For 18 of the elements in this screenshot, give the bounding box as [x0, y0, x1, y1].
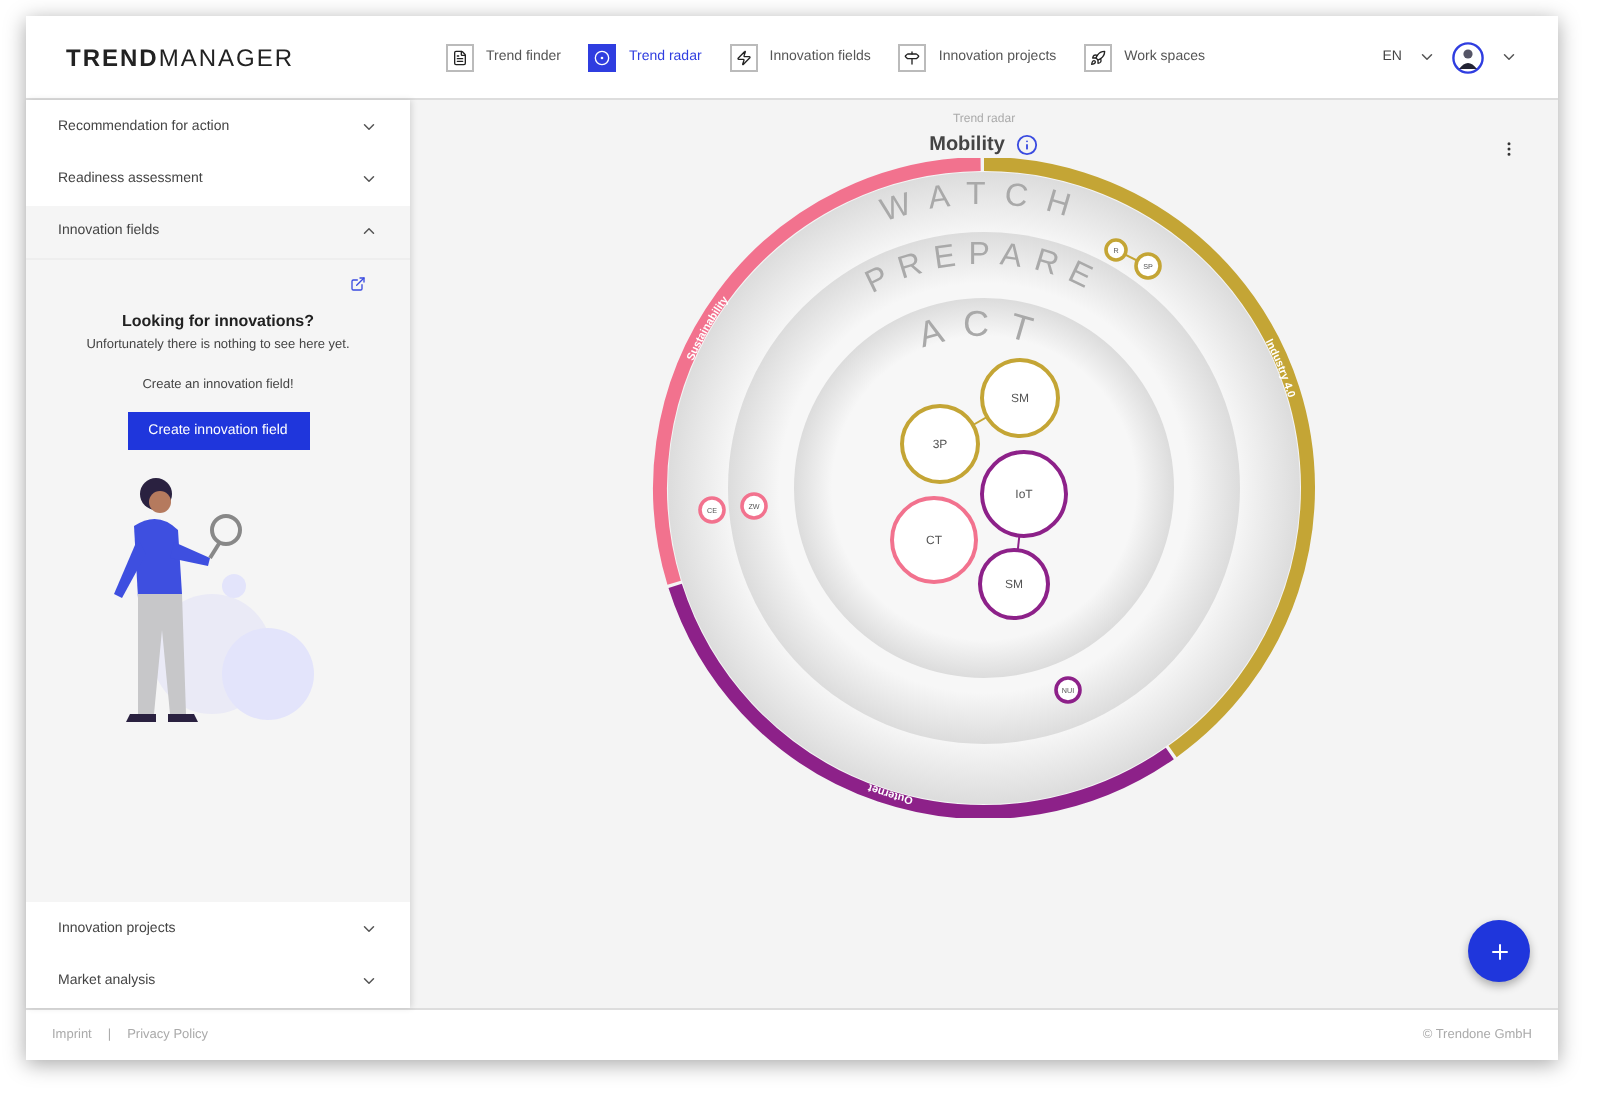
chevron-down-icon[interactable] — [1500, 48, 1518, 66]
radar-icon — [588, 43, 617, 71]
radar-title: Mobility — [929, 134, 1005, 156]
empty-state-heading: Looking for innovations? — [122, 311, 314, 329]
ring-label: ACT — [913, 303, 1055, 356]
file-icon — [446, 43, 474, 71]
ring-label: WATCH — [876, 177, 1092, 230]
add-button[interactable] — [1468, 920, 1530, 982]
signpost-icon — [898, 43, 927, 71]
chevron-down-icon[interactable] — [1418, 48, 1436, 66]
avatar-icon[interactable] — [1452, 41, 1484, 73]
rocket-icon — [1084, 43, 1113, 71]
bolt-icon — [729, 43, 758, 71]
external-link-icon[interactable] — [350, 275, 366, 291]
info-icon[interactable] — [1016, 134, 1039, 156]
plus-icon — [1487, 939, 1511, 963]
ring-label: PREPARE — [860, 238, 1108, 301]
logo: TRENDMANAGER — [66, 43, 297, 71]
